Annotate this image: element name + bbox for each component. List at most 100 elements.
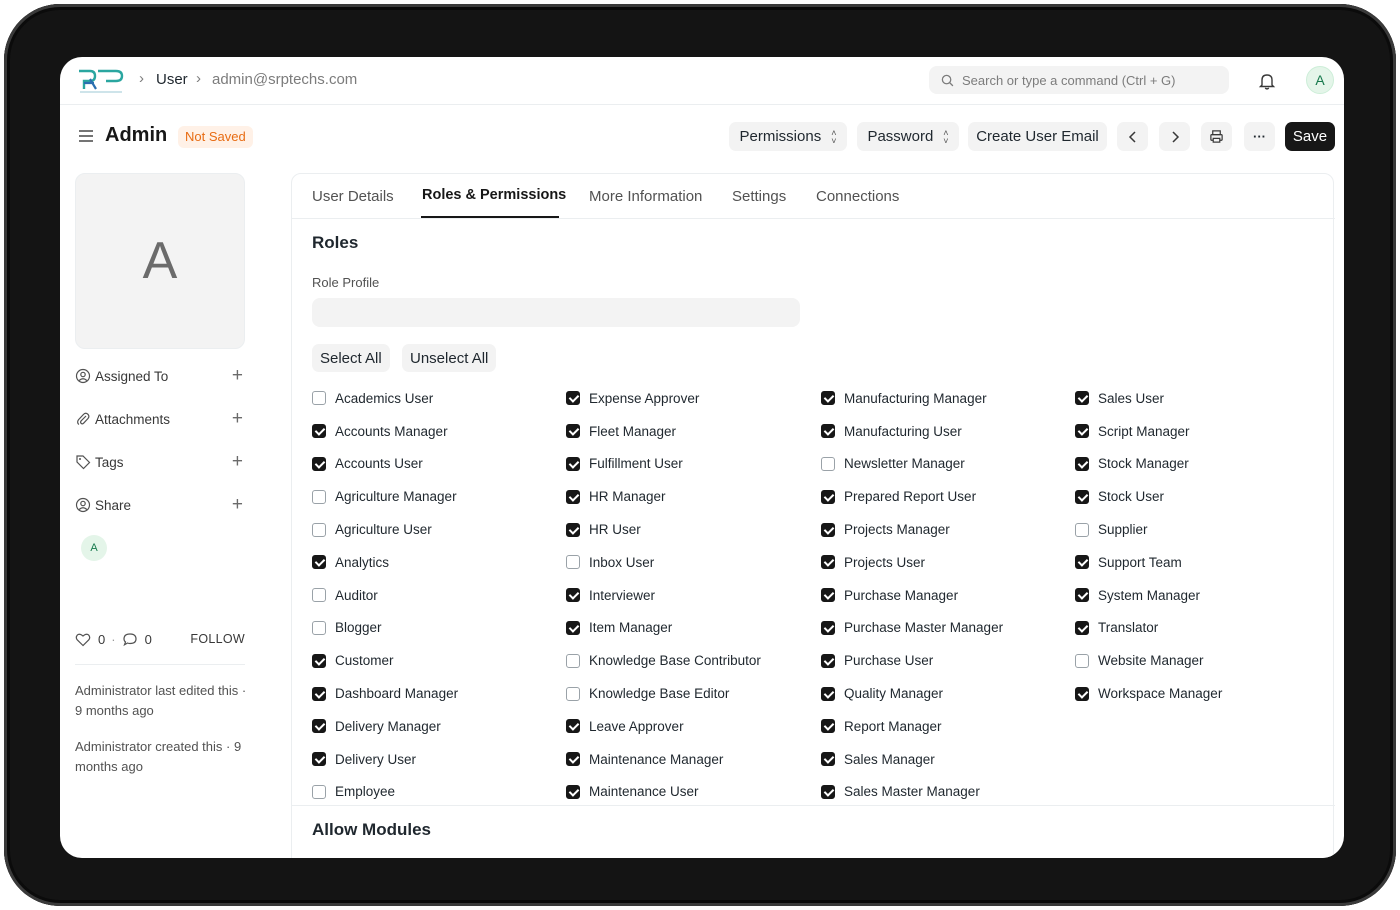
role-checkbox-row[interactable]: Fleet Manager	[566, 415, 820, 448]
tab-roles-permissions[interactable]: Roles & Permissions	[422, 187, 566, 203]
checkbox-unchecked[interactable]	[312, 620, 326, 635]
role-checkbox-row[interactable]: Customer	[312, 644, 566, 677]
breadcrumb-record[interactable]: admin@srptechs.com	[212, 71, 357, 88]
add-attachment-icon[interactable]: +	[232, 408, 243, 430]
permissions-button[interactable]: Permissions ˄ ˅	[729, 122, 847, 151]
checkbox-checked[interactable]	[821, 391, 835, 406]
role-checkbox-row[interactable]: Expense Approver	[566, 382, 820, 415]
role-checkbox-row[interactable]: Support Team	[1075, 546, 1329, 579]
role-checkbox-row[interactable]: Inbox User	[566, 546, 820, 579]
role-checkbox-row[interactable]: Interviewer	[566, 579, 820, 612]
checkbox-unchecked[interactable]	[312, 588, 326, 603]
checkbox-checked[interactable]	[821, 522, 835, 537]
role-checkbox-row[interactable]: Supplier	[1075, 513, 1329, 546]
checkbox-unchecked[interactable]	[312, 391, 326, 406]
select-all-button[interactable]: Select All	[312, 344, 390, 372]
checkbox-checked[interactable]	[821, 555, 835, 570]
role-checkbox-row[interactable]: HR User	[566, 513, 820, 546]
role-checkbox-row[interactable]: HR Manager	[566, 480, 820, 513]
checkbox-checked[interactable]	[566, 489, 580, 504]
role-checkbox-row[interactable]: Employee	[312, 776, 566, 809]
role-checkbox-row[interactable]: Projects User	[821, 546, 1075, 579]
next-record-button[interactable]	[1159, 122, 1190, 151]
role-checkbox-row[interactable]: Dashboard Manager	[312, 677, 566, 710]
checkbox-checked[interactable]	[566, 784, 580, 799]
heart-icon[interactable]	[75, 632, 91, 647]
checkbox-checked[interactable]	[312, 653, 326, 668]
add-assignment-icon[interactable]: +	[232, 365, 243, 387]
role-checkbox-row[interactable]: Purchase Master Manager	[821, 612, 1075, 645]
checkbox-checked[interactable]	[566, 424, 580, 439]
sidebar-toggle-icon[interactable]	[78, 129, 94, 143]
checkbox-checked[interactable]	[821, 784, 835, 799]
checkbox-checked[interactable]	[821, 653, 835, 668]
checkbox-checked[interactable]	[1075, 555, 1089, 570]
role-checkbox-row[interactable]: Purchase Manager	[821, 579, 1075, 612]
role-checkbox-row[interactable]: Agriculture Manager	[312, 480, 566, 513]
role-checkbox-row[interactable]: Item Manager	[566, 612, 820, 645]
role-checkbox-row[interactable]: Sales Master Manager	[821, 776, 1075, 809]
role-checkbox-row[interactable]: Prepared Report User	[821, 480, 1075, 513]
role-checkbox-row[interactable]: Projects Manager	[821, 513, 1075, 546]
checkbox-unchecked[interactable]	[312, 489, 326, 504]
role-checkbox-row[interactable]: Quality Manager	[821, 677, 1075, 710]
checkbox-checked[interactable]	[566, 752, 580, 767]
checkbox-checked[interactable]	[821, 588, 835, 603]
checkbox-checked[interactable]	[566, 456, 580, 471]
role-checkbox-row[interactable]: Knowledge Base Editor	[566, 677, 820, 710]
more-actions-button[interactable]: ···	[1244, 122, 1275, 151]
role-checkbox-row[interactable]: Auditor	[312, 579, 566, 612]
role-profile-input[interactable]	[312, 298, 800, 327]
checkbox-checked[interactable]	[566, 522, 580, 537]
search-input[interactable]	[962, 72, 1222, 88]
role-checkbox-row[interactable]: Workspace Manager	[1075, 677, 1329, 710]
profile-image-placeholder[interactable]: A	[75, 173, 245, 349]
role-checkbox-row[interactable]: Newsletter Manager	[821, 448, 1075, 481]
role-checkbox-row[interactable]: Stock Manager	[1075, 448, 1329, 481]
checkbox-unchecked[interactable]	[312, 522, 326, 537]
checkbox-checked[interactable]	[821, 424, 835, 439]
checkbox-checked[interactable]	[821, 620, 835, 635]
checkbox-checked[interactable]	[312, 752, 326, 767]
checkbox-unchecked[interactable]	[566, 686, 580, 701]
role-checkbox-row[interactable]: Maintenance Manager	[566, 743, 820, 776]
search-bar[interactable]	[929, 66, 1229, 94]
shared-user-avatar[interactable]: A	[81, 535, 107, 561]
checkbox-unchecked[interactable]	[1075, 522, 1089, 537]
checkbox-unchecked[interactable]	[566, 555, 580, 570]
role-checkbox-row[interactable]: Blogger	[312, 612, 566, 645]
tab-more-information[interactable]: More Information	[589, 188, 702, 205]
role-checkbox-row[interactable]: System Manager	[1075, 579, 1329, 612]
role-checkbox-row[interactable]: Accounts User	[312, 448, 566, 481]
role-checkbox-row[interactable]: Manufacturing Manager	[821, 382, 1075, 415]
print-button[interactable]	[1201, 122, 1232, 151]
previous-record-button[interactable]	[1117, 122, 1148, 151]
checkbox-checked[interactable]	[312, 424, 326, 439]
follow-button[interactable]: FOLLOW	[190, 632, 245, 646]
checkbox-unchecked[interactable]	[566, 653, 580, 668]
password-button[interactable]: Password ˄ ˅	[857, 122, 959, 151]
checkbox-checked[interactable]	[1075, 424, 1089, 439]
checkbox-unchecked[interactable]	[312, 784, 326, 799]
checkbox-checked[interactable]	[821, 719, 835, 734]
role-checkbox-row[interactable]: Knowledge Base Contributor	[566, 644, 820, 677]
role-checkbox-row[interactable]: Script Manager	[1075, 415, 1329, 448]
checkbox-checked[interactable]	[312, 719, 326, 734]
role-checkbox-row[interactable]: Purchase User	[821, 644, 1075, 677]
checkbox-checked[interactable]	[1075, 588, 1089, 603]
breadcrumb-doctype[interactable]: User	[156, 71, 188, 88]
checkbox-checked[interactable]	[821, 686, 835, 701]
app-logo-icon[interactable]	[76, 65, 126, 95]
role-checkbox-row[interactable]: Website Manager	[1075, 644, 1329, 677]
checkbox-checked[interactable]	[566, 719, 580, 734]
checkbox-checked[interactable]	[821, 489, 835, 504]
checkbox-checked[interactable]	[566, 588, 580, 603]
role-checkbox-row[interactable]: Manufacturing User	[821, 415, 1075, 448]
checkbox-unchecked[interactable]	[821, 456, 835, 471]
role-checkbox-row[interactable]: Academics User	[312, 382, 566, 415]
create-user-email-button[interactable]: Create User Email	[968, 122, 1107, 151]
role-checkbox-row[interactable]: Stock User	[1075, 480, 1329, 513]
role-checkbox-row[interactable]: Report Manager	[821, 710, 1075, 743]
role-checkbox-row[interactable]: Translator	[1075, 612, 1329, 645]
checkbox-checked[interactable]	[312, 686, 326, 701]
